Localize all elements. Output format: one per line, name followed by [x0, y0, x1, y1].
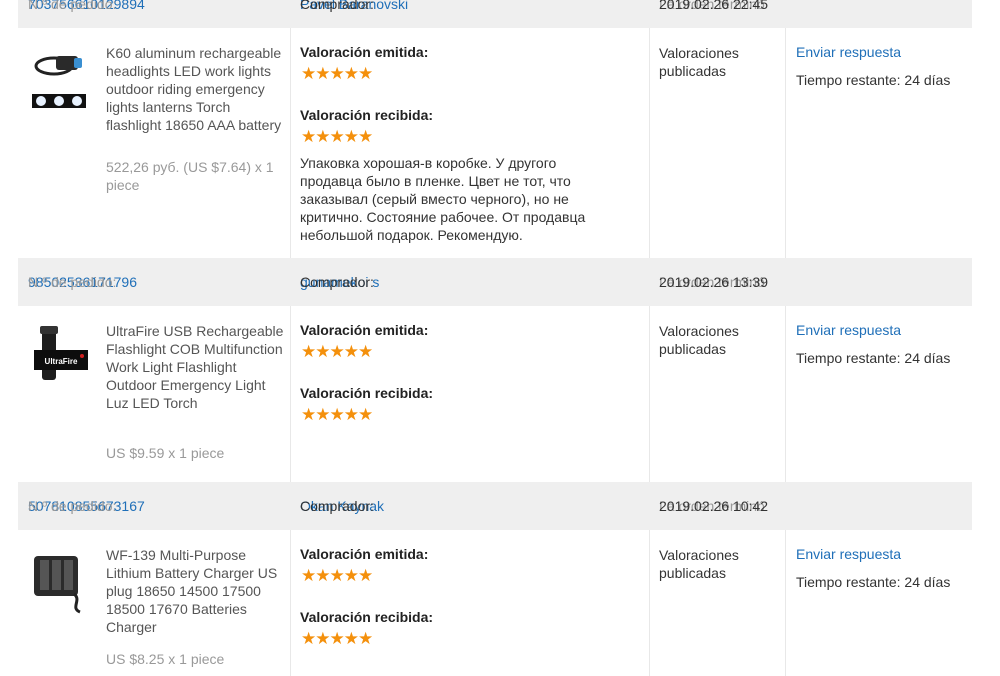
published-status: Valoraciones publicadas	[659, 45, 739, 79]
order-header: N.º de pedido: 703756610129894 Comprador…	[18, 0, 972, 28]
rating-given-label: Valoración emitida:	[300, 44, 429, 60]
order-body: WF-139 Multi-Purpose Lithium Battery Cha…	[18, 530, 972, 676]
published-status: Valoraciones publicadas	[659, 547, 739, 581]
headlamp-icon[interactable]	[30, 46, 88, 112]
send-reply-link[interactable]: Enviar respuesta	[796, 44, 901, 60]
send-reply-link[interactable]: Enviar respuesta	[796, 546, 901, 562]
order-body: K60 aluminum rechargeable headlights LED…	[18, 28, 972, 258]
battery-charger-icon[interactable]	[30, 550, 88, 616]
order-body: UltraFire UltraFire USB Rechargeable Fla…	[18, 306, 972, 482]
order-number-field: N.º de pedido: 703756610129894	[28, 0, 145, 12]
product-price: US $9.59 x 1 piece	[106, 445, 225, 461]
product-price: US $8.25 x 1 piece	[106, 651, 225, 667]
rating-given-label: Valoración emitida:	[300, 322, 429, 338]
buyer-field: Comprador: Pavel Baranovski	[300, 0, 408, 12]
order-end-date: 2019.02.26 10:42	[659, 498, 768, 514]
time-remaining: Tiempo restante: 24 días	[796, 72, 951, 88]
order-number-field: N.º de pedido: 98502536171796	[28, 274, 138, 290]
product-title-link[interactable]: UltraFire USB Rechargeable Flashlight CO…	[106, 322, 286, 412]
order-header: N.º de pedido: 507810855673167 Comprador…	[18, 482, 972, 530]
flashlight-icon[interactable]: UltraFire	[30, 326, 88, 392]
order-end-date: 2019.02.26 13:39	[659, 274, 768, 290]
time-remaining: Tiempo restante: 24 días	[796, 350, 951, 366]
review-text: Упаковка хорошая-в коробке. У другого пр…	[300, 155, 586, 243]
order-end-date: 2019.02.26 22:45	[659, 0, 768, 12]
product-price: 522,26 руб. (US $7.64) x 1 piece	[106, 159, 274, 193]
product-title-link[interactable]: K60 aluminum rechargeable headlights LED…	[106, 44, 286, 134]
rating-received-stars: ★★★★★	[301, 127, 373, 146]
rating-received-label: Valoración recibida:	[300, 385, 434, 401]
rating-given-stars: ★★★★★	[301, 64, 373, 83]
buyer-field: Comprador: gunamekoi s	[300, 274, 380, 290]
time-remaining: Tiempo restante: 24 días	[796, 574, 951, 590]
order-number-field: N.º de pedido: 507810855673167	[28, 498, 145, 514]
rating-given-stars: ★★★★★	[301, 566, 373, 585]
send-reply-link[interactable]: Enviar respuesta	[796, 322, 901, 338]
rating-received-stars: ★★★★★	[301, 629, 373, 648]
thumb-brand-text: UltraFire	[45, 357, 78, 366]
rating-given-stars: ★★★★★	[301, 342, 373, 361]
rating-received-stars: ★★★★★	[301, 405, 373, 424]
rating-received-label: Valoración recibida:	[300, 609, 434, 625]
rating-received-label: Valoración recibida:	[300, 107, 434, 123]
product-title-link[interactable]: WF-139 Multi-Purpose Lithium Battery Cha…	[106, 546, 286, 636]
buyer-field: Comprador: Okan Kaynak	[300, 498, 385, 514]
order-header: N.º de pedido: 98502536171796 Comprador:…	[18, 258, 972, 306]
published-status: Valoraciones publicadas	[659, 323, 739, 357]
rating-given-label: Valoración emitida:	[300, 546, 429, 562]
